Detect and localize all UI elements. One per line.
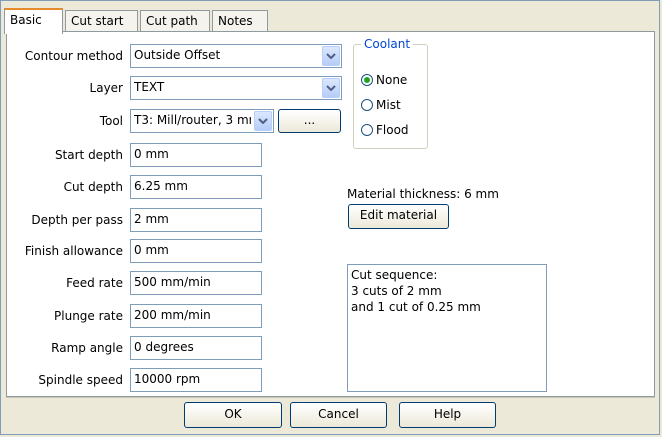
tab-cut-path[interactable]: Cut path xyxy=(140,10,210,31)
help-button[interactable]: Help xyxy=(399,402,496,428)
finish-allowance-field[interactable]: 0 mm xyxy=(130,239,262,263)
tool-select[interactable]: T3: Mill/router, 3 mm c xyxy=(130,109,274,133)
plunge-rate-field[interactable]: 200 mm/min xyxy=(130,304,262,328)
depth-per-pass-label: Depth per pass xyxy=(31,213,123,227)
radio-unselected-icon xyxy=(361,99,373,111)
chevron-down-icon[interactable] xyxy=(322,78,340,98)
material-thickness-text: Material thickness: 6 mm xyxy=(347,187,499,201)
contour-method-value: Outside Offset xyxy=(134,48,221,62)
radio-unselected-icon xyxy=(361,124,373,136)
depth-per-pass-field[interactable]: 2 mm xyxy=(130,208,262,232)
finish-allowance-label: Finish allowance xyxy=(24,244,123,258)
coolant-mist-radio[interactable]: Mist xyxy=(361,96,401,114)
ramp-angle-field[interactable]: 0 degrees xyxy=(130,336,262,360)
chevron-down-icon[interactable] xyxy=(254,111,272,131)
plunge-rate-label: Plunge rate xyxy=(54,309,123,323)
spindle-speed-label: Spindle speed xyxy=(38,373,123,387)
contour-method-label: Contour method xyxy=(24,49,123,63)
layer-select[interactable]: TEXT xyxy=(130,76,342,100)
coolant-none-radio[interactable]: None xyxy=(361,71,407,89)
coolant-group-title: Coolant xyxy=(361,37,414,51)
cut-depth-field[interactable]: 6.25 mm xyxy=(130,175,262,199)
radio-selected-icon xyxy=(361,74,373,86)
tool-label: Tool xyxy=(99,114,123,128)
coolant-mist-label: Mist xyxy=(376,98,401,112)
tab-basic[interactable]: Basic xyxy=(4,8,63,34)
tool-browse-button[interactable]: ... xyxy=(278,109,341,133)
cut-sequence-text: Cut sequence: 3 cuts of 2 mm and 1 cut o… xyxy=(347,264,547,392)
feed-rate-field[interactable]: 500 mm/min xyxy=(130,271,262,295)
feed-rate-label: Feed rate xyxy=(66,276,123,290)
tab-notes[interactable]: Notes xyxy=(212,10,268,31)
cut-depth-label: Cut depth xyxy=(63,180,123,194)
coolant-none-label: None xyxy=(376,73,408,87)
contour-method-select[interactable]: Outside Offset xyxy=(130,44,342,68)
tool-value: T3: Mill/router, 3 mm c xyxy=(134,113,251,127)
layer-label: Layer xyxy=(89,81,123,95)
start-depth-label: Start depth xyxy=(54,148,123,162)
start-depth-field[interactable]: 0 mm xyxy=(130,143,262,167)
layer-value: TEXT xyxy=(134,80,165,94)
footer-divider xyxy=(6,397,655,398)
spindle-speed-field[interactable]: 10000 rpm xyxy=(130,368,262,392)
ramp-angle-label: Ramp angle xyxy=(51,341,123,355)
coolant-flood-label: Flood xyxy=(376,123,409,137)
coolant-flood-radio[interactable]: Flood xyxy=(361,121,409,139)
chevron-down-icon[interactable] xyxy=(322,46,340,66)
edit-material-button[interactable]: Edit material xyxy=(348,204,449,229)
tab-cut-start[interactable]: Cut start xyxy=(65,10,138,31)
ok-button[interactable]: OK xyxy=(184,402,282,428)
cancel-button[interactable]: Cancel xyxy=(290,402,387,428)
